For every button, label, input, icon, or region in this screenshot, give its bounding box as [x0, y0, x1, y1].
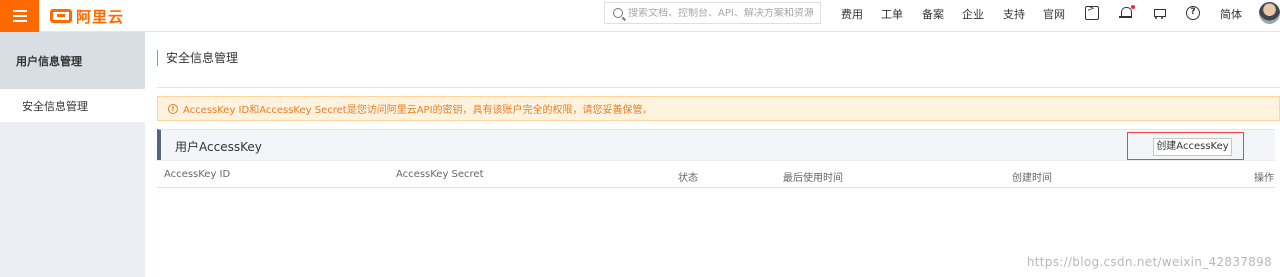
- notification-dot: [1131, 5, 1135, 9]
- terminal-icon[interactable]: [1085, 4, 1099, 20]
- column-header-actions: 操作: [1254, 173, 1274, 184]
- page-title: 安全信息管理: [157, 50, 238, 66]
- accesskey-panel-header: 用户AccessKey: [157, 129, 1275, 160]
- help-icon[interactable]: ?: [1186, 6, 1200, 20]
- search-icon: [613, 8, 623, 18]
- watermark: https://blog.csdn.net/weixin_42837898: [1026, 255, 1272, 269]
- language-switch[interactable]: 简体: [1220, 6, 1242, 22]
- sidebar-title: 用户信息管理: [0, 32, 145, 89]
- nav-website[interactable]: 官网: [1043, 6, 1065, 22]
- cart-icon[interactable]: [1152, 6, 1166, 20]
- divider: [157, 87, 1280, 88]
- nav-fees[interactable]: 费用: [841, 6, 863, 22]
- nav-tickets[interactable]: 工单: [881, 6, 903, 22]
- aliyun-logo[interactable]: 阿里云: [50, 5, 124, 27]
- column-header-created: 创建时间: [1012, 173, 1052, 184]
- column-header-accesskey-secret: AccessKey Secret: [396, 169, 484, 180]
- warning-icon: !: [168, 103, 178, 114]
- column-header-status: 状态: [678, 173, 698, 184]
- column-header-accesskey-id: AccessKey ID: [164, 169, 231, 180]
- logo-text: 阿里云: [76, 7, 125, 26]
- sidebar-item-security[interactable]: 安全信息管理: [0, 89, 145, 122]
- nav-beian[interactable]: 备案: [922, 6, 944, 22]
- panel-title: 用户AccessKey: [175, 140, 262, 154]
- alert-text: AccessKey ID和AccessKey Secret是您访问阿里云API的…: [183, 105, 653, 116]
- sidebar: 用户信息管理 安全信息管理: [0, 32, 145, 277]
- nav-enterprise[interactable]: 企业: [962, 6, 984, 22]
- bell-icon[interactable]: [1119, 5, 1135, 20]
- search-input[interactable]: [628, 7, 813, 19]
- logo-mark-icon: [50, 9, 72, 23]
- warning-alert: ! AccessKey ID和AccessKey Secret是您访问阿里云AP…: [157, 96, 1280, 121]
- search-box[interactable]: [604, 2, 821, 24]
- nav-support[interactable]: 支持: [1003, 6, 1025, 22]
- avatar[interactable]: [1259, 2, 1280, 24]
- top-navigation-bar: 阿里云 费用 工单 备案 企业 支持 官网 ? 简体: [0, 0, 1280, 32]
- create-accesskey-button[interactable]: 创建AccessKey: [1153, 138, 1232, 156]
- column-header-last-used: 最后使用时间: [783, 173, 843, 184]
- table-header-row: AccessKey ID AccessKey Secret 状态 最后使用时间 …: [157, 160, 1275, 188]
- menu-icon: [12, 10, 27, 22]
- menu-button[interactable]: [0, 0, 39, 32]
